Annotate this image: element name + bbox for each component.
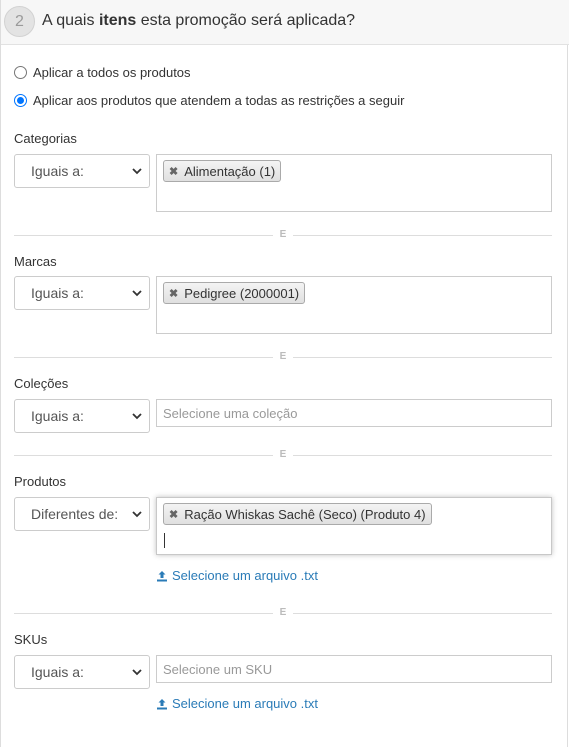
produtos-operator-select[interactable]: Diferentes de: [14,497,150,531]
colecoes-operator-value: Iguais a: [31,408,84,424]
categorias-tag-input[interactable]: ✖ Alimentação (1) [156,154,552,212]
colecoes-label: Coleções [14,376,69,391]
chevron-down-icon [132,290,142,297]
skus-placeholder: Selecione um SKU [163,662,273,677]
and-divider: E [14,351,552,362]
apply-restricted-radio[interactable] [14,94,27,107]
marcas-operator-value: Iguais a: [31,285,84,301]
marcas-tag-label: Pedigree (2000001) [184,285,300,301]
and-divider: E [14,229,552,240]
produtos-tag-label: Ração Whiskas Sachê (Seco) (Produto 4) [184,506,426,522]
remove-tag-icon[interactable]: ✖ [169,165,178,178]
and-divider: E [14,449,552,460]
categorias-tag-label: Alimentação (1) [184,163,276,179]
title-suffix: esta promoção será aplicada? [136,12,356,29]
skus-label: SKUs [14,632,48,647]
section-title: A quais itens esta promoção será aplicad… [42,12,355,30]
chevron-down-icon [132,413,142,420]
produtos-tag: ✖ Ração Whiskas Sachê (Seco) (Produto 4) [163,503,432,525]
produtos-upload-label: Selecione um arquivo .txt [172,568,318,583]
produtos-operator-value: Diferentes de: [31,506,119,522]
categorias-label: Categorias [14,131,77,146]
produtos-label: Produtos [14,474,67,489]
apply-restricted-option[interactable]: Aplicar aos produtos que atendem a todas… [14,93,404,108]
and-label: E [279,607,287,618]
skus-search-input[interactable]: Selecione um SKU [156,655,552,683]
remove-tag-icon[interactable]: ✖ [169,287,178,300]
apply-all-radio[interactable] [14,66,27,79]
marcas-operator-select[interactable]: Iguais a: [14,276,150,310]
promotion-items-panel: 2 A quais itens esta promoção será aplic… [0,0,569,747]
categorias-operator-value: Iguais a: [31,163,84,179]
upload-icon [157,570,167,581]
apply-all-option[interactable]: Aplicar a todos os produtos [14,65,191,80]
skus-operator-value: Iguais a: [31,664,84,680]
skus-operator-select[interactable]: Iguais a: [14,655,150,689]
chevron-down-icon [132,168,142,175]
step-number-badge: 2 [4,6,35,37]
marcas-tag-input[interactable]: ✖ Pedigree (2000001) [156,276,552,334]
title-bold: itens [98,12,137,29]
produtos-tag-input[interactable]: ✖ Ração Whiskas Sachê (Seco) (Produto 4) [156,497,552,555]
remove-tag-icon[interactable]: ✖ [169,508,178,521]
and-label: E [279,449,287,460]
section-header: 2 A quais itens esta promoção será aplic… [1,0,569,45]
categorias-tag: ✖ Alimentação (1) [163,160,282,182]
skus-upload-label: Selecione um arquivo .txt [172,696,318,711]
chevron-down-icon [132,511,142,518]
produtos-upload-link[interactable]: Selecione um arquivo .txt [156,568,318,583]
and-label: E [279,351,287,362]
skus-upload-link[interactable]: Selecione um arquivo .txt [156,696,318,711]
title-prefix: A quais [42,12,99,29]
marcas-tag: ✖ Pedigree (2000001) [163,282,306,304]
and-divider: E [14,607,552,618]
upload-icon [157,698,167,709]
apply-all-label: Aplicar a todos os produtos [33,65,191,80]
colecoes-search-input[interactable]: Selecione uma coleção [156,399,552,427]
categorias-operator-select[interactable]: Iguais a: [14,154,150,188]
text-cursor [164,533,165,548]
apply-restricted-label: Aplicar aos produtos que atendem a todas… [33,93,405,108]
chevron-down-icon [132,669,142,676]
and-label: E [279,229,287,240]
marcas-label: Marcas [14,254,57,269]
colecoes-placeholder: Selecione uma coleção [163,406,298,421]
colecoes-operator-select[interactable]: Iguais a: [14,399,150,433]
